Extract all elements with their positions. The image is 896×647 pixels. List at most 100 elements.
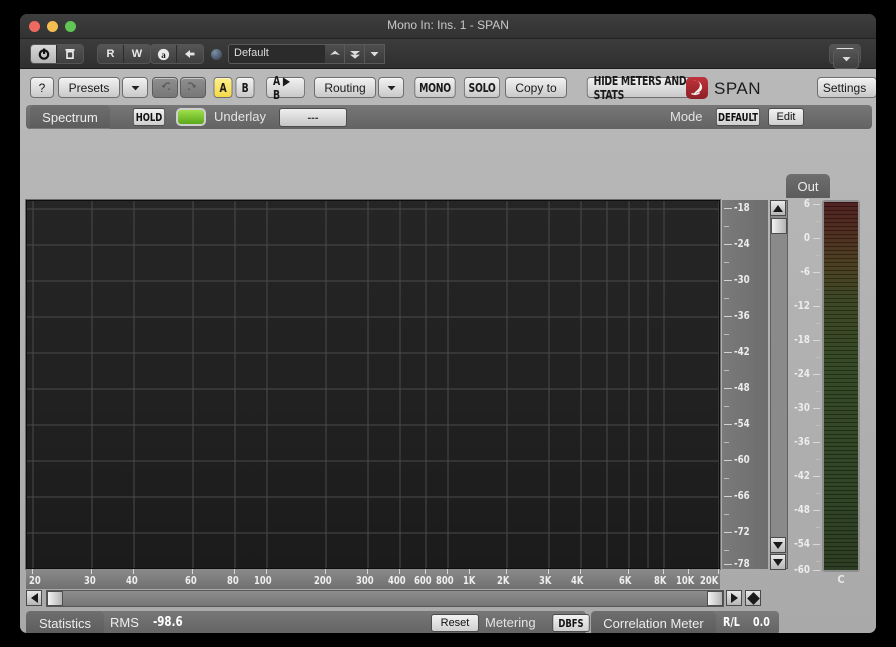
out-tick-label: -18 xyxy=(794,333,810,346)
tab-out[interactable]: Out xyxy=(786,174,830,198)
copy-a-to-b-button[interactable]: A ▶ B xyxy=(266,74,305,102)
preset-menu-button[interactable] xyxy=(365,44,385,64)
automation-auto-icon[interactable]: a xyxy=(151,45,177,63)
freq-tick-label: 4K xyxy=(571,574,584,587)
scroll-right-button[interactable] xyxy=(726,590,742,606)
freq-tick-label: 6K xyxy=(619,574,632,587)
window-titlebar: Mono In: Ins. 1 - SPAN xyxy=(20,14,876,39)
mode-value-button[interactable]: DEFAULT xyxy=(715,108,761,126)
automation-mode-group: a xyxy=(150,44,204,64)
statistics-header-row: Statistics RMS -98.6 Reset Metering DBFS xyxy=(26,611,590,633)
freq-tick-label: 400 xyxy=(388,574,406,587)
output-channel-label: C xyxy=(837,573,845,586)
tab-correlation-meter[interactable]: Correlation Meter xyxy=(591,611,716,633)
plugin-body: ? Presets A B A ▶ B Routing MONO SOLO Co… xyxy=(20,69,876,633)
read-write-group: R W xyxy=(97,44,151,64)
zoom-reset-button[interactable] xyxy=(745,590,761,606)
db-tick-label: -24 xyxy=(734,237,750,250)
freq-tick-label: 600 xyxy=(414,574,432,587)
presets-menu-button[interactable] xyxy=(122,77,148,98)
out-tick-label: -12 xyxy=(794,299,810,312)
spectrum-horizontal-scroll-row xyxy=(26,590,782,608)
underlay-select[interactable]: --- xyxy=(279,108,347,127)
reset-button[interactable]: Reset xyxy=(431,614,479,632)
freq-tick-label: 30 xyxy=(84,574,96,587)
metering-mode-button[interactable]: DBFS xyxy=(552,614,590,632)
db-tick-label: -78 xyxy=(734,557,750,570)
spectrum-db-scale[interactable]: -18 -24 -30 -36 -42 -48 -54 -60 -66 -72 xyxy=(722,200,768,570)
automation-write-button[interactable]: W xyxy=(124,45,150,63)
hold-button[interactable]: HOLD xyxy=(132,108,166,126)
preset-name-field[interactable]: Default xyxy=(228,44,338,64)
preset-b-button[interactable]: B xyxy=(235,77,255,98)
automation-indicator-sphere xyxy=(211,49,222,60)
horizontal-scroll-thumb-left[interactable] xyxy=(47,591,63,606)
db-tick-label: -42 xyxy=(734,345,750,358)
db-tick-label: -72 xyxy=(734,525,750,538)
metering-label: Metering xyxy=(485,615,536,630)
output-level-meter[interactable] xyxy=(822,200,860,572)
underlay-label: Underlay xyxy=(214,109,267,124)
snapshot-menu-button[interactable] xyxy=(833,49,859,69)
out-tick-label: -30 xyxy=(794,401,810,414)
output-meter-segments xyxy=(824,202,858,570)
span-logo-icon xyxy=(686,77,708,99)
settings-label: Settings xyxy=(822,80,867,95)
db-tick-label: -54 xyxy=(734,417,750,430)
preset-next-button[interactable] xyxy=(345,44,365,64)
presets-button[interactable]: Presets xyxy=(58,77,120,98)
settings-button[interactable]: Settings xyxy=(817,77,876,98)
copy-to-button[interactable]: Copy to xyxy=(505,77,567,98)
preset-prev-button[interactable] xyxy=(325,44,345,64)
freq-tick-label: 200 xyxy=(314,574,332,587)
spectrum-canvas[interactable] xyxy=(26,200,720,569)
spectrum-led-indicator[interactable] xyxy=(176,108,206,126)
window-title: Mono In: Ins. 1 - SPAN xyxy=(387,18,509,32)
tab-statistics[interactable]: Statistics xyxy=(26,611,104,633)
db-tick-label: -30 xyxy=(734,273,750,286)
automation-read-button[interactable]: R xyxy=(98,45,124,63)
freq-tick-label: 100 xyxy=(254,574,272,587)
preset-a-button[interactable]: A xyxy=(213,77,233,98)
mode-edit-button[interactable]: Edit xyxy=(768,108,804,126)
out-tick-label: -42 xyxy=(794,469,810,482)
tab-spectrum[interactable]: Spectrum xyxy=(30,105,110,129)
freq-tick-label: 20K xyxy=(700,574,719,587)
undo-button[interactable] xyxy=(152,77,178,98)
routing-menu-button[interactable] xyxy=(378,77,404,98)
freq-tick-label: 8K xyxy=(654,574,667,587)
freq-tick-label: 2K xyxy=(497,574,510,587)
out-tick-label: -36 xyxy=(794,435,810,448)
preset-stepper-group xyxy=(325,44,385,64)
scroll-up-button[interactable] xyxy=(770,200,786,216)
scroll-down-button[interactable] xyxy=(770,537,786,553)
mode-label: Mode xyxy=(670,109,703,124)
out-tick-label: -60 xyxy=(794,563,810,576)
horizontal-scroll-thumb-right[interactable] xyxy=(707,591,723,606)
plugin-toolbar: ? Presets A B A ▶ B Routing MONO SOLO Co… xyxy=(26,74,876,102)
db-tick-label: -66 xyxy=(734,489,750,502)
mono-button[interactable]: MONO xyxy=(414,77,456,98)
freq-tick-label: 800 xyxy=(436,574,454,587)
vertical-scroll-thumb[interactable] xyxy=(771,218,787,234)
spectrum-display-area: -18 -24 -30 -36 -42 -48 -54 -60 -66 -72 xyxy=(26,200,788,570)
freq-tick-label: 40 xyxy=(126,574,138,587)
help-button[interactable]: ? xyxy=(30,77,54,98)
power-icon[interactable] xyxy=(31,45,57,63)
frequency-axis: 20 30 40 60 80 100 200 300 400 600 800 1… xyxy=(26,569,720,589)
scroll-down-page-button[interactable] xyxy=(770,554,786,570)
db-tick-label: -60 xyxy=(734,453,750,466)
output-meter-scale: 6 0 -6 -12 -18 -24 -30 -36 -42 -48 -54 -… xyxy=(786,197,820,576)
redo-button[interactable] xyxy=(180,77,206,98)
freq-tick-label: 300 xyxy=(356,574,374,587)
routing-button[interactable]: Routing xyxy=(314,77,376,98)
solo-button[interactable]: SOLO xyxy=(463,77,501,98)
freq-tick-label: 60 xyxy=(185,574,197,587)
bypass-icon[interactable] xyxy=(57,45,83,63)
out-tick-label: -48 xyxy=(794,503,810,516)
output-meter-panel: Out 6 0 -6 -12 -18 -24 -30 -36 -42 -48 -… xyxy=(786,174,870,586)
automation-back-icon[interactable] xyxy=(177,45,203,63)
horizontal-scroll-track[interactable] xyxy=(46,590,724,607)
scroll-left-button[interactable] xyxy=(26,590,42,606)
db-tick-label: -18 xyxy=(734,201,750,214)
